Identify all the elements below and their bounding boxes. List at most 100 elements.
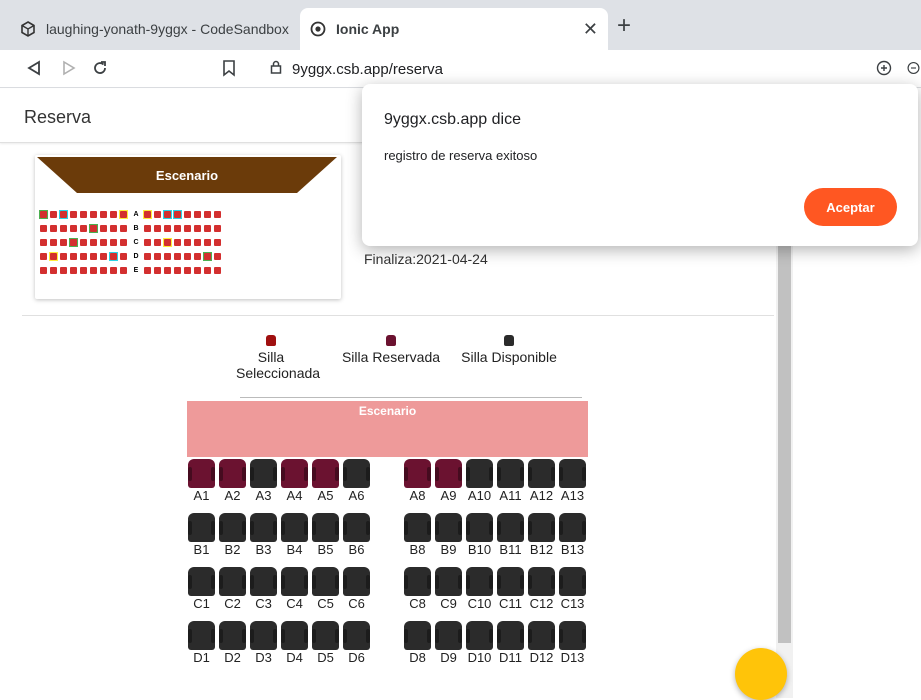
- seat-b10[interactable]: B10: [466, 513, 493, 557]
- seat-a11[interactable]: A11: [497, 459, 524, 503]
- seat-chair-icon: [559, 459, 586, 488]
- thumbnail-seat: [49, 224, 58, 233]
- seat-c8[interactable]: C8: [404, 567, 431, 611]
- seat-chair-icon: [435, 513, 462, 542]
- seat-b12[interactable]: B12: [528, 513, 555, 557]
- menu-icon[interactable]: [906, 56, 921, 80]
- seat-label: B12: [529, 542, 554, 557]
- seat-a3[interactable]: A3: [250, 459, 277, 503]
- seat-chair-icon: [343, 567, 370, 596]
- seat-label: C3: [255, 596, 272, 611]
- seat-d13[interactable]: D13: [559, 621, 586, 665]
- seat-label: A3: [255, 488, 272, 503]
- address-bar[interactable]: 9yggx.csb.app/reserva: [270, 56, 443, 82]
- seat-label: C10: [467, 596, 492, 611]
- seat-chair-icon: [281, 459, 308, 488]
- ionic-icon: [310, 21, 326, 37]
- thumbnail-seat: [143, 224, 152, 233]
- seat-d4[interactable]: D4: [281, 621, 308, 665]
- seat-label: D10: [467, 650, 492, 665]
- seat-b4[interactable]: B4: [281, 513, 308, 557]
- legend-reserved: Silla Reservada: [338, 335, 444, 365]
- new-tab-icon[interactable]: +: [617, 12, 631, 40]
- seat-c12[interactable]: C12: [528, 567, 555, 611]
- seat-chair-icon: [312, 567, 339, 596]
- seat-c9[interactable]: C9: [435, 567, 462, 611]
- seat-c6[interactable]: C6: [343, 567, 370, 611]
- seat-chair-icon: [435, 567, 462, 596]
- seat-b3[interactable]: B3: [250, 513, 277, 557]
- thumbnail-row-letter: E: [133, 266, 139, 274]
- seat-c2[interactable]: C2: [219, 567, 246, 611]
- seat-c5[interactable]: C5: [312, 567, 339, 611]
- seat-b1[interactable]: B1: [188, 513, 215, 557]
- thumbnail-seat: [109, 266, 118, 275]
- bookmark-icon[interactable]: [217, 56, 241, 80]
- seat-a12[interactable]: A12: [528, 459, 555, 503]
- seat-label: B4: [286, 542, 303, 557]
- seat-b6[interactable]: B6: [343, 513, 370, 557]
- seat-c11[interactable]: C11: [497, 567, 524, 611]
- forward-icon[interactable]: [57, 56, 81, 80]
- tab-ionic-app[interactable]: Ionic App ✕: [300, 8, 608, 50]
- seat-d11[interactable]: D11: [497, 621, 524, 665]
- seat-b5[interactable]: B5: [312, 513, 339, 557]
- seat-d3[interactable]: D3: [250, 621, 277, 665]
- seat-d8[interactable]: D8: [404, 621, 431, 665]
- seat-c10[interactable]: C10: [466, 567, 493, 611]
- seat-a9[interactable]: A9: [435, 459, 462, 503]
- seat-b2[interactable]: B2: [219, 513, 246, 557]
- thumbnail-seat: [163, 224, 172, 233]
- reserved-seat-icon: [386, 335, 396, 346]
- seat-b8[interactable]: B8: [404, 513, 431, 557]
- seat-d12[interactable]: D12: [528, 621, 555, 665]
- thumbnail-seat: [143, 238, 152, 247]
- seat-d9[interactable]: D9: [435, 621, 462, 665]
- seat-a2[interactable]: A2: [219, 459, 246, 503]
- close-tab-icon[interactable]: ✕: [583, 19, 598, 40]
- seat-chair-icon: [497, 567, 524, 596]
- seat-a13[interactable]: A13: [559, 459, 586, 503]
- seat-a10[interactable]: A10: [466, 459, 493, 503]
- seat-c13[interactable]: C13: [559, 567, 586, 611]
- tab-codesandbox[interactable]: laughing-yonath-9yggx - CodeSandbox: [10, 8, 308, 50]
- seat-b9[interactable]: B9: [435, 513, 462, 557]
- alert-dialog: 9yggx.csb.app dice registro de reserva e…: [362, 84, 918, 246]
- accept-button[interactable]: Aceptar: [804, 188, 897, 226]
- thumbnail-seat: [89, 238, 98, 247]
- seat-c4[interactable]: C4: [281, 567, 308, 611]
- seat-map-thumbnail[interactable]: Escenario ABCDE: [35, 155, 341, 299]
- fab-button[interactable]: [735, 648, 787, 700]
- seat-c1[interactable]: C1: [188, 567, 215, 611]
- seat-a6[interactable]: A6: [343, 459, 370, 503]
- reload-icon[interactable]: [88, 56, 112, 80]
- seat-c3[interactable]: C3: [250, 567, 277, 611]
- thumbnail-stage: Escenario: [37, 157, 337, 193]
- lock-icon: [270, 60, 282, 78]
- seat-a8[interactable]: A8: [404, 459, 431, 503]
- back-icon[interactable]: [22, 56, 46, 80]
- thumbnail-seat: [183, 266, 192, 275]
- seat-label: D12: [529, 650, 554, 665]
- seat-a5[interactable]: A5: [312, 459, 339, 503]
- seat-label: A1: [193, 488, 210, 503]
- seat-d10[interactable]: D10: [466, 621, 493, 665]
- seat-label: C12: [529, 596, 554, 611]
- seat-chair-icon: [281, 567, 308, 596]
- seat-a4[interactable]: A4: [281, 459, 308, 503]
- thumbnail-seat: [99, 238, 108, 247]
- seat-d5[interactable]: D5: [312, 621, 339, 665]
- zoom-icon[interactable]: [872, 56, 896, 80]
- seat-b13[interactable]: B13: [559, 513, 586, 557]
- seat-d1[interactable]: D1: [188, 621, 215, 665]
- thumbnail-seat: [119, 252, 128, 261]
- seat-b11[interactable]: B11: [497, 513, 524, 557]
- seat-label: B11: [499, 542, 522, 557]
- seat-chair-icon: [497, 513, 524, 542]
- seat-label: A10: [467, 488, 492, 503]
- seat-d6[interactable]: D6: [343, 621, 370, 665]
- scrollbar-thumb[interactable]: [778, 243, 791, 643]
- seat-a1[interactable]: A1: [188, 459, 215, 503]
- seat-d2[interactable]: D2: [219, 621, 246, 665]
- seat-label: C9: [440, 596, 457, 611]
